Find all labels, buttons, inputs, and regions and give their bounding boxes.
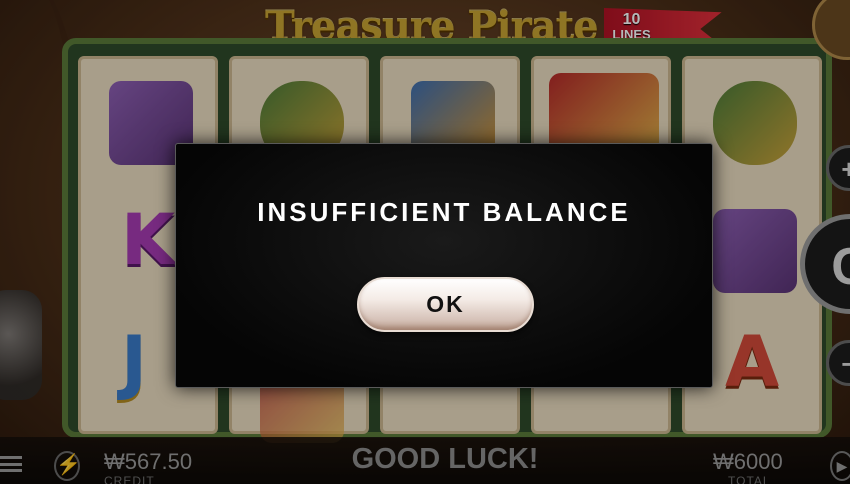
ok-button[interactable]: OK [357,277,534,332]
insufficient-balance-dialog: INSUFFICIENT BALANCE OK [175,143,713,388]
dialog-message: INSUFFICIENT BALANCE [257,197,631,227]
